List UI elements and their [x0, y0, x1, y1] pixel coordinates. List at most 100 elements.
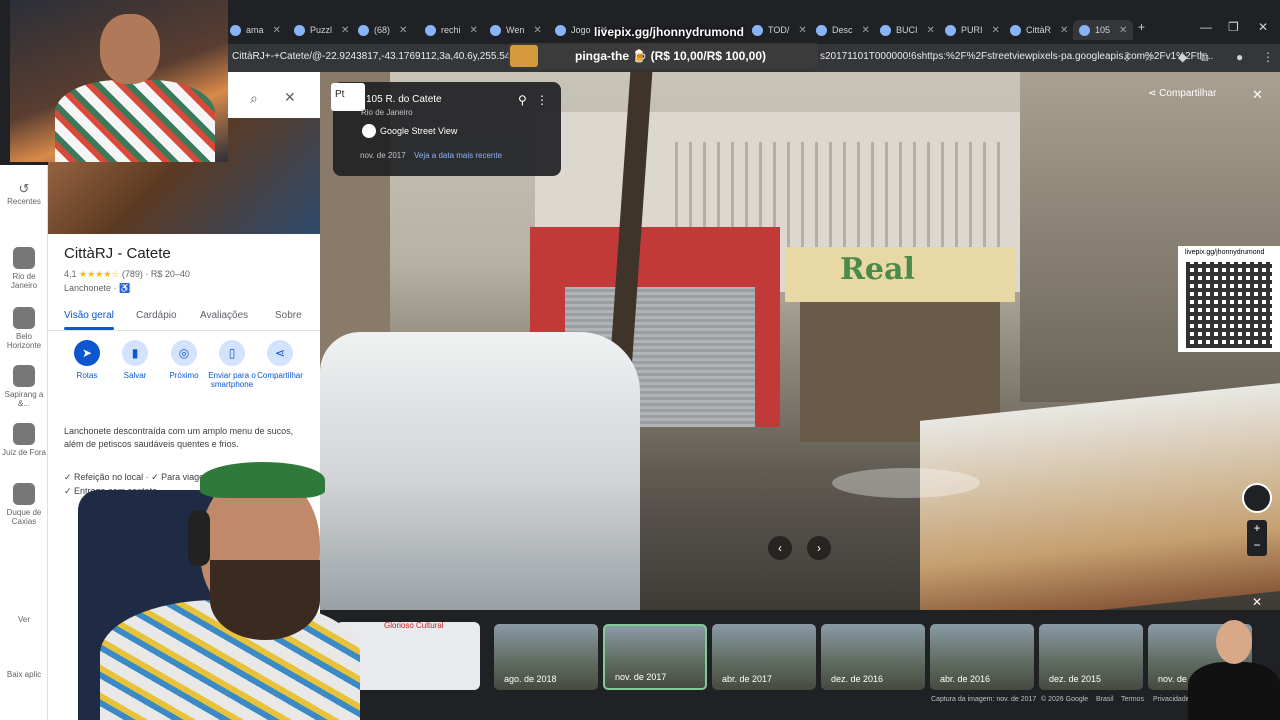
tab-label: rechi — [441, 25, 461, 35]
rating-row[interactable]: 4,1 ★★★★☆ (789) · R$ 20–40 — [64, 269, 190, 280]
browser-tab[interactable]: (68) ✕ — [358, 20, 407, 40]
bookmark-icon: ▮ — [122, 340, 148, 366]
close-street-view-icon[interactable]: ✕ — [1252, 87, 1263, 103]
rail-item-sapiranga[interactable]: Sapirang a &... — [0, 365, 48, 408]
install-icon[interactable]: ⇩ — [1122, 50, 1132, 64]
compass-icon[interactable] — [1242, 483, 1272, 513]
zoom-in-icon[interactable]: + — [1247, 520, 1267, 537]
next-arrow-icon[interactable]: › — [807, 536, 831, 560]
action-label: Salvar — [123, 371, 147, 380]
timeline-thumbnail[interactable]: ago. de 2018 — [494, 624, 598, 690]
shop-sign-text: Real — [840, 252, 915, 287]
rail-recent[interactable]: ↺ Recentes — [0, 181, 48, 206]
zoom-out-icon[interactable]: − — [1247, 537, 1267, 554]
browser-tab[interactable]: 105 ✕ — [1073, 20, 1134, 40]
webcam-top-left — [10, 0, 228, 162]
browser-tab[interactable]: Desc ✕ — [816, 20, 870, 40]
donation-text: pinga-the 🍺 (R$ 10,00/R$ 100,00) — [575, 49, 767, 63]
category-text: Lanchonete · ♿ — [64, 283, 131, 293]
tab-menu[interactable]: Cardápio — [136, 310, 177, 321]
timeline-thumbnail[interactable]: dez. de 2015 — [1039, 624, 1143, 690]
price-range: R$ 20–40 — [150, 269, 190, 279]
timeline-date-label: dez. de 2015 — [1049, 674, 1102, 684]
see-latest-date-link[interactable]: Veja a data mais recente — [414, 151, 502, 160]
tab-close-icon[interactable]: ✕ — [862, 25, 870, 36]
browser-tab[interactable]: TOD/ ✕ — [752, 20, 807, 40]
rail-item-bh[interactable]: Belo Horizonte — [0, 307, 48, 350]
sv-city: Rio de Janeiro — [361, 108, 413, 117]
browser-tab[interactable]: Wen ✕ — [490, 20, 542, 40]
timeline-thumbnail[interactable]: abr. de 2016 — [930, 624, 1034, 690]
tab-label: ama — [246, 25, 264, 35]
bookmark-star-icon[interactable]: ☆ — [1143, 50, 1154, 64]
tab-about[interactable]: Sobre — [275, 310, 302, 321]
timeline-thumbnail[interactable]: nov. de 2017 — [603, 624, 707, 690]
rail-item-label: Baix aplic — [6, 670, 42, 679]
maximize-button[interactable]: ❐ — [1228, 20, 1239, 34]
sv-address: 105 R. do Catete — [366, 94, 442, 105]
more-options-icon[interactable]: ⋮ — [536, 93, 548, 107]
tab-close-icon[interactable]: ✕ — [927, 25, 935, 36]
rating-stars: ★★★★☆ — [79, 269, 120, 279]
browser-tab[interactable]: ama ✕ — [230, 20, 281, 40]
rail-item-label: Juiz de Fora — [1, 448, 47, 457]
mini-map-label: Glorioso Cultural — [384, 621, 444, 630]
tab-reviews[interactable]: Avaliações — [200, 310, 248, 321]
url-text[interactable]: CittàRJ+-+Catete/@-22.9243817,-43.176911… — [232, 51, 538, 62]
tab-favicon-icon — [752, 24, 763, 36]
rail-item-juiz-de-fora[interactable]: Juiz de Fora — [0, 423, 48, 457]
save-button[interactable]: ▮ Salvar — [107, 340, 163, 380]
zoom-control[interactable]: + − — [1247, 520, 1267, 556]
tab-close-icon[interactable]: ✕ — [470, 25, 478, 36]
rail-item-ver[interactable]: Ver — [0, 615, 48, 624]
tab-favicon-icon — [555, 24, 566, 36]
tab-close-icon[interactable]: ✕ — [341, 25, 349, 36]
tab-overview[interactable]: Visão geral — [64, 310, 114, 321]
prev-arrow-icon[interactable]: ‹ — [768, 536, 792, 560]
rail-recent-label: Recentes — [7, 197, 41, 206]
browser-tab[interactable]: Puzzl ✕ — [294, 20, 349, 40]
minimize-button[interactable]: — — [1200, 20, 1212, 34]
close-window-button[interactable]: ✕ — [1258, 20, 1268, 34]
tab-close-icon[interactable]: ✕ — [399, 25, 407, 36]
tab-label: (68) — [374, 25, 391, 35]
review-count[interactable]: (789) — [122, 269, 143, 279]
timeline-thumbnail[interactable]: abr. de 2017 — [712, 624, 816, 690]
browser-tab[interactable]: PURI ✕ — [945, 20, 1000, 40]
share-button[interactable]: ⋖ Compartilhar — [252, 340, 308, 380]
profile-avatar-icon[interactable]: ● — [1236, 50, 1243, 64]
close-timeline-icon[interactable]: ✕ — [1252, 595, 1262, 609]
search-icon[interactable]: ⌕ — [250, 90, 258, 107]
search-bar[interactable]: ⌕ ✕ — [228, 84, 310, 114]
tab-close-icon[interactable]: ✕ — [798, 25, 806, 36]
tab-close-icon[interactable]: ✕ — [1060, 25, 1068, 36]
tab-close-icon[interactable]: ✕ — [273, 25, 281, 36]
rail-thumb — [13, 307, 35, 329]
white-truck — [320, 332, 640, 610]
menu-kebab-icon[interactable]: ⋮ — [1262, 50, 1274, 64]
language-select[interactable]: Pt — [331, 83, 365, 111]
street-view-share-button[interactable]: ⋖ Compartilhar — [1148, 88, 1216, 99]
timeline-thumbnail[interactable]: dez. de 2016 — [821, 624, 925, 690]
url-tail-text[interactable]: s20171101T000000!6shttps:%2F%2Fstreetvie… — [820, 51, 1213, 62]
location-pin-icon[interactable]: ⚲ — [518, 93, 527, 107]
browser-tab[interactable]: CittàR ✕ — [1010, 20, 1068, 40]
rail-item-rio[interactable]: Rio de Janeiro — [0, 247, 48, 290]
tab-close-icon[interactable]: ✕ — [533, 25, 541, 36]
close-icon[interactable]: ✕ — [284, 89, 296, 106]
browser-tab[interactable]: BUCI ✕ — [880, 20, 935, 40]
extension-icon[interactable]: ◆ — [1178, 50, 1187, 64]
sv-brand: Google Street View — [380, 126, 458, 136]
terms-link[interactable]: Termos — [1121, 696, 1144, 703]
puzzle-icon[interactable]: ⧉ — [1200, 50, 1209, 65]
new-tab-button[interactable]: + — [1138, 20, 1145, 34]
rail-item-duque-de-caxias[interactable]: Duque de Caxias — [0, 483, 48, 526]
rail-item-label: Ver — [17, 615, 30, 624]
tab-favicon-icon — [1010, 24, 1021, 36]
browser-tab[interactable]: rechi ✕ — [425, 20, 478, 40]
tab-close-icon[interactable]: ✕ — [1119, 25, 1127, 36]
left-rail: ↺ Recentes Rio de Janeiro Belo Horizonte… — [0, 165, 48, 720]
rail-item-apps[interactable]: Baix aplic — [0, 670, 48, 679]
tab-favicon-icon — [294, 24, 305, 36]
tab-close-icon[interactable]: ✕ — [992, 25, 1000, 36]
